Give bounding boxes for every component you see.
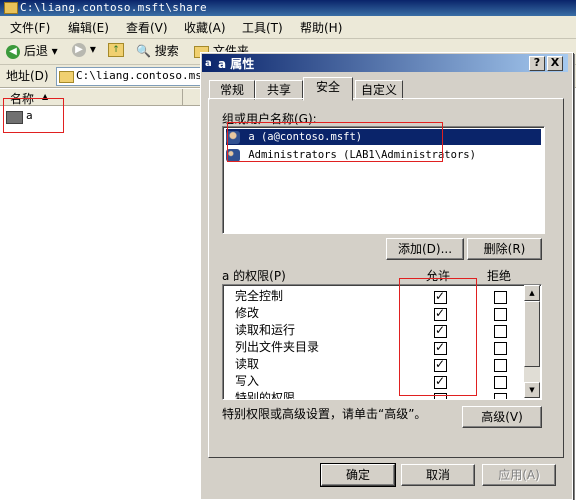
column-separator[interactable] [182,89,183,105]
deny-modify-checkbox[interactable] [494,308,507,321]
permissions-list: 完全控制 修改 读取和运行 列出文件夹目录 读取 写入 特别的权限 [222,284,542,400]
address-label: 地址(D) [6,69,49,83]
permission-row-read: 读取 [235,357,260,371]
menu-tools[interactable]: 工具(T) [242,19,283,36]
back-button[interactable]: ◀ 后退 ▾ [6,42,58,60]
forward-button[interactable]: ▶ ▾ [72,42,96,60]
deny-list-folder-checkbox[interactable] [494,342,507,355]
dialog-titlebar[interactable]: a a 属性 ? X [202,54,568,72]
folder-icon: a [205,58,212,69]
advanced-button[interactable]: 高级(V) [462,406,542,428]
cancel-button[interactable]: 取消 [401,464,475,486]
permission-row-write: 写入 [235,374,260,388]
address-value: C:\liang.contoso.msft [76,69,216,82]
deny-special-checkbox[interactable] [494,393,507,399]
help-button[interactable]: ? [529,56,545,71]
highlight-annotation [3,98,64,133]
tab-general[interactable]: 常规 [209,80,255,100]
search-button[interactable]: 🔍 搜索 [136,42,179,60]
up-folder-icon: ↑ [108,42,124,57]
ok-button[interactable]: 确定 [320,463,396,487]
permissions-label: a 的权限(P) [222,269,286,283]
menu-edit[interactable]: 编辑(E) [68,19,109,36]
remove-button[interactable]: 删除(R) [467,238,542,260]
highlight-annotation [399,278,477,396]
menu-file[interactable]: 文件(F) [10,19,50,36]
deny-full-control-checkbox[interactable] [494,291,507,304]
scroll-down-icon[interactable]: ▼ [524,382,540,398]
search-icon: 🔍 [136,44,151,58]
menu-help[interactable]: 帮助(H) [300,19,342,36]
advanced-hint-text: 特别权限或高级设置，请单击“高级”。 [222,407,427,421]
close-button[interactable]: X [547,56,563,71]
file-list: a [0,106,200,498]
permission-row-modify: 修改 [235,306,260,320]
address-input[interactable]: C:\liang.contoso.msft [56,67,215,86]
tab-sharing[interactable]: 共享 [255,80,303,100]
deny-write-checkbox[interactable] [494,376,507,389]
explorer-titlebar: C:\liang.contoso.msft\share [0,0,576,16]
tab-customize[interactable]: 自定义 [355,80,403,100]
forward-arrow-icon: ▶ [72,42,86,57]
permission-row-list-folder: 列出文件夹目录 [235,340,320,354]
deny-read-checkbox[interactable] [494,359,507,372]
back-arrow-icon: ◀ [6,44,20,59]
add-button[interactable]: 添加(D)... [386,238,464,260]
explorer-menubar: 文件(F) 编辑(E) 查看(V) 收藏(A) 工具(T) 帮助(H) [0,16,576,39]
scrollbar-thumb[interactable] [524,301,540,367]
explorer-title: C:\liang.contoso.msft\share [20,1,207,14]
apply-button[interactable]: 应用(A) [482,464,556,486]
permission-row-full-control: 完全控制 [235,289,284,303]
deny-header: 拒绝 [487,269,512,283]
scroll-up-icon[interactable]: ▲ [524,285,540,301]
folder-icon [4,2,18,14]
permissions-scrollbar[interactable]: ▲ ▼ [524,285,540,398]
highlight-annotation [227,122,443,162]
menu-view[interactable]: 查看(V) [126,19,168,36]
dialog-title: a 属性 [218,57,255,71]
tab-security[interactable]: 安全 [303,77,353,101]
folder-icon [59,71,74,83]
permission-row-special: 特别的权限 [235,391,296,400]
permission-row-read-execute: 读取和运行 [235,323,296,337]
menu-favorites[interactable]: 收藏(A) [184,19,226,36]
deny-read-execute-checkbox[interactable] [494,325,507,338]
up-folder-button[interactable]: ↑ [108,42,124,60]
